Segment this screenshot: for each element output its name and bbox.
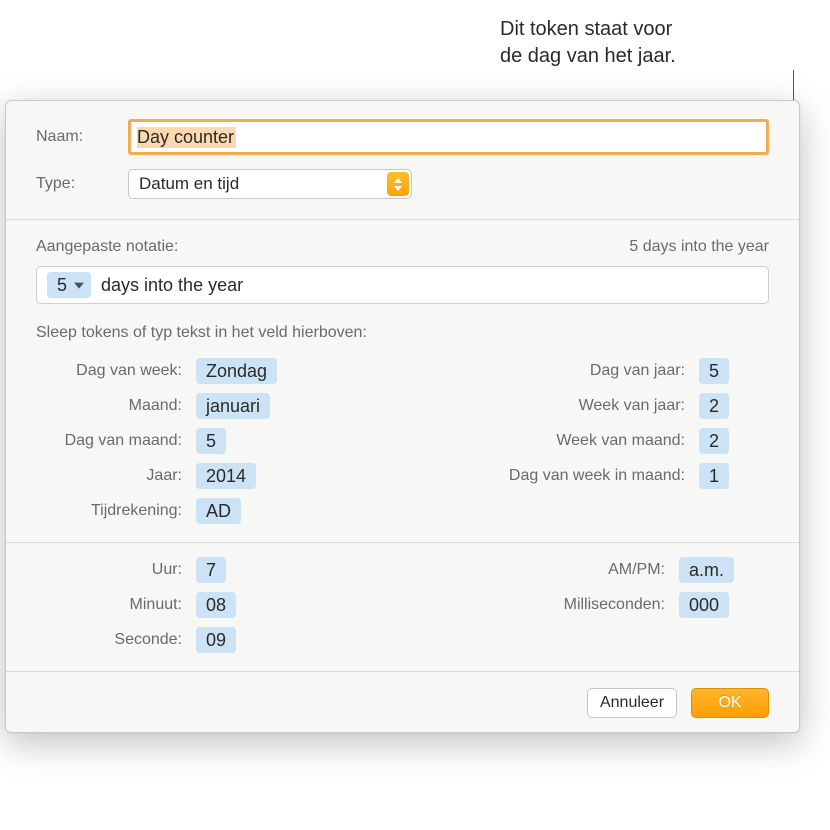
token-ampm[interactable]: a.m. — [679, 557, 734, 583]
token-minute[interactable]: 08 — [196, 592, 236, 618]
label-day-of-week: Dag van week: — [36, 362, 196, 380]
dialog-buttons: Annuleer OK — [6, 672, 799, 718]
ok-button[interactable]: OK — [691, 688, 769, 718]
label-hour: Uur: — [36, 561, 196, 579]
label-era: Tijdrekening: — [36, 502, 196, 520]
token-text: 5 — [709, 361, 719, 382]
type-label: Type: — [36, 175, 108, 193]
label-week-of-month: Week van maand: — [499, 432, 699, 450]
ok-button-label: OK — [718, 694, 741, 712]
format-section: Aangepaste notatie: 5 days into the year… — [6, 220, 799, 358]
label-year: Jaar: — [36, 467, 196, 485]
token-text: 2014 — [206, 466, 246, 487]
format-field-text: days into the year — [101, 275, 243, 296]
custom-format-dialog: Naam: Day counter Type: Datum en tijd Aa… — [5, 100, 800, 733]
token-text: 000 — [689, 595, 719, 616]
label-ampm: AM/PM: — [479, 561, 679, 579]
token-week-of-month[interactable]: 2 — [699, 428, 729, 454]
cancel-button-label: Annuleer — [600, 694, 664, 712]
token-value: 5 — [57, 275, 67, 296]
token-text: a.m. — [689, 560, 724, 581]
type-select-value: Datum en tijd — [139, 174, 239, 194]
name-input-value: Day counter — [137, 127, 236, 148]
token-text: 09 — [206, 630, 226, 651]
drag-instruction: Sleep tokens of typ tekst in het veld hi… — [36, 324, 769, 342]
custom-format-label: Aangepaste notatie: — [36, 238, 178, 256]
token-text: 1 — [709, 466, 719, 487]
label-day-of-month: Dag van maand: — [36, 432, 196, 450]
token-msec[interactable]: 000 — [679, 592, 729, 618]
token-text: AD — [206, 501, 231, 522]
name-label: Naam: — [36, 128, 108, 146]
annotation-line1: Dit token staat voor — [500, 18, 672, 40]
label-minute: Minuut: — [36, 596, 196, 614]
token-day-of-month[interactable]: 5 — [196, 428, 226, 454]
token-hour[interactable]: 7 — [196, 557, 226, 583]
token-month[interactable]: januari — [196, 393, 270, 419]
cancel-button[interactable]: Annuleer — [587, 688, 677, 718]
annotation-line2: de dag van het jaar. — [500, 45, 676, 67]
token-text: 5 — [206, 431, 216, 452]
token-year[interactable]: 2014 — [196, 463, 256, 489]
label-day-of-year: Dag van jaar: — [499, 362, 699, 380]
token-day-of-year[interactable]: 5 — [699, 358, 729, 384]
token-week-of-year[interactable]: 2 — [699, 393, 729, 419]
header-section: Naam: Day counter Type: Datum en tijd — [6, 101, 799, 213]
label-month: Maand: — [36, 397, 196, 415]
token-text: Zondag — [206, 361, 267, 382]
format-field[interactable]: 5 days into the year — [36, 266, 769, 304]
chevron-up-icon — [394, 178, 402, 183]
date-tokens-section: Dag van week: Zondag Dag van jaar: 5 Maa… — [6, 358, 799, 536]
label-weekday-in-month: Dag van week in maand: — [499, 467, 699, 485]
select-stepper-icon — [387, 172, 409, 196]
token-text: januari — [206, 396, 260, 417]
label-second: Seconde: — [36, 631, 196, 649]
name-input[interactable]: Day counter — [128, 119, 769, 155]
annotation-text: Dit token staat voor de dag van het jaar… — [500, 16, 810, 70]
label-msec: Milliseconden: — [479, 596, 679, 614]
token-day-of-week[interactable]: Zondag — [196, 358, 277, 384]
label-week-of-year: Week van jaar: — [499, 397, 699, 415]
chevron-down-icon — [394, 186, 402, 191]
token-text: 08 — [206, 595, 226, 616]
format-preview: 5 days into the year — [629, 238, 769, 256]
type-select[interactable]: Datum en tijd — [128, 169, 412, 199]
token-weekday-in-month[interactable]: 1 — [699, 463, 729, 489]
token-second[interactable]: 09 — [196, 627, 236, 653]
time-tokens-section: Uur: 7 AM/PM: a.m. Minuut: 08 Millisecon… — [6, 543, 799, 665]
token-text: 7 — [206, 560, 216, 581]
token-era[interactable]: AD — [196, 498, 241, 524]
token-day-of-year-in-field[interactable]: 5 — [47, 272, 91, 298]
token-text: 2 — [709, 396, 719, 417]
token-text: 2 — [709, 431, 719, 452]
